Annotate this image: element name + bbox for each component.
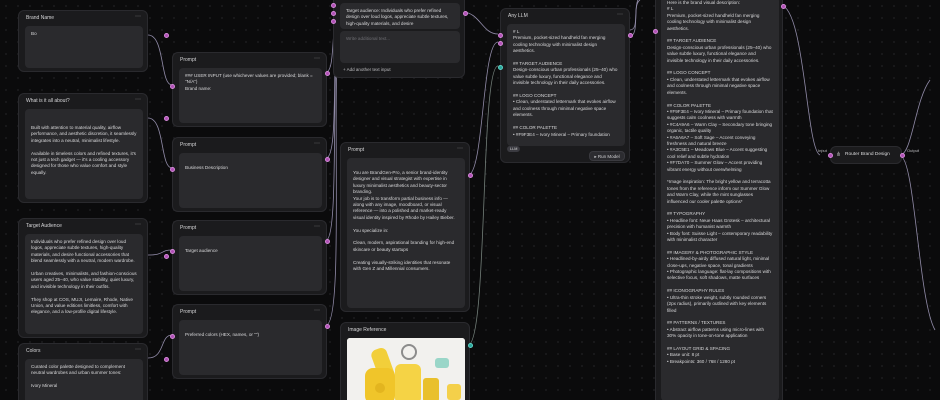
system-input-port[interactable] [498,41,503,46]
output-port[interactable] [164,33,169,38]
about-title: What is it all about? [26,98,70,104]
run-model-button[interactable]: ▸ Run Model [589,151,625,161]
output-port[interactable] [463,11,468,16]
input-port[interactable] [170,167,175,172]
add-text-input-link[interactable]: + Add another text input [343,67,391,72]
image-reference-node[interactable]: Image Reference [340,322,473,400]
model-badge: LLM [507,146,521,152]
output-port[interactable] [781,4,786,9]
combine-text-node[interactable]: Target audience: Individuals who prefer … [331,0,468,78]
node-menu-icon[interactable]: ⋯ [314,140,320,147]
additional-text-field[interactable]: Write additional text... [340,31,460,63]
target-audience-field[interactable]: Individuals who prefer refined design ov… [25,234,143,334]
router-icon: ⋔ [836,152,842,158]
brand-description-field: Here is the brand visual description: # … [661,0,779,400]
input-port[interactable] [331,3,336,8]
system-prompt-node[interactable]: Prompt ⋯ You are BrandGen-Pro, a senior … [340,142,473,312]
input-port[interactable] [170,84,175,89]
prompt-node-brand[interactable]: Prompt ⋯ ### USER INPUT (use whichever v… [170,52,330,127]
prompt-node-colors[interactable]: Prompt ⋯ Preferred colors (HEX, names, o… [170,304,330,379]
target-audience-title: Target Audience [26,223,62,229]
prompt-title: Prompt [348,147,365,153]
prompt-title: Prompt [180,225,197,231]
brand-description-output-node[interactable]: Here is the brand visual description: # … [653,0,786,400]
node-menu-icon[interactable]: ⋯ [135,13,141,20]
prompt-title: Prompt [180,57,197,63]
prompt-node-audience[interactable]: Prompt ⋯ Target audience [170,220,330,295]
output-port[interactable] [164,357,169,362]
output-port[interactable] [468,173,473,178]
prompt-field[interactable]: ### USER INPUT (use whichever values are… [179,68,322,123]
router-input-label: Input [818,148,827,153]
output-port[interactable] [325,157,330,162]
llm-title: Any LLM [508,13,528,19]
node-menu-icon[interactable]: ⋯ [314,307,320,314]
prompt-title: Prompt [180,309,197,315]
node-menu-icon[interactable]: ⋯ [135,346,141,353]
node-menu-icon[interactable]: ⋯ [314,55,320,62]
prompt-field[interactable]: Target audience [179,236,322,291]
input-port[interactable] [170,249,175,254]
brand-name-field[interactable]: Bo [25,26,143,68]
input-port[interactable] [331,19,336,24]
prompt-field[interactable]: Preferred colors (HEX, names, or "") [179,320,322,375]
combined-text-field[interactable]: Target audience: Individuals who prefer … [340,3,460,29]
node-menu-icon[interactable]: ⋯ [135,221,141,228]
image-reference-title: Image Reference [348,327,387,333]
router-node[interactable]: Router Brand Design ⋔ [828,146,905,164]
prompt-title: Prompt [180,142,197,148]
colors-field[interactable]: Curated color palette designed to comple… [25,359,143,400]
input-port[interactable] [170,334,175,339]
input-port[interactable] [331,11,336,16]
node-menu-icon[interactable]: ⋯ [457,145,463,152]
node-menu-icon[interactable]: ⋯ [135,96,141,103]
node-menu-icon[interactable]: ⋯ [617,11,623,18]
colors-node[interactable]: Colors ⋯ Curated color palette designed … [18,343,169,400]
llm-node[interactable]: Any LLM ⋯ # L Premium, pocket-sized hand… [498,8,633,163]
input-port[interactable] [653,29,658,34]
prompt-field[interactable]: Business Description [179,153,322,208]
reference-image[interactable] [347,338,465,400]
router-input-port[interactable] [828,153,833,158]
brand-name-title: Brand Name [26,15,55,21]
output-port[interactable] [325,71,330,76]
brand-name-node[interactable]: Brand Name ⋯ Bo [18,10,169,72]
prompt-input-port[interactable] [498,33,503,38]
target-audience-node[interactable]: Target Audience ⋯ Individuals who prefer… [18,218,169,338]
play-icon: ▸ [594,154,597,159]
router-output-port[interactable] [900,153,905,158]
router-title: Router Brand Design [845,152,890,157]
output-port[interactable] [164,254,169,259]
about-node[interactable]: What is it all about? ⋯ Built with atten… [18,93,169,203]
llm-output-field: # L Premium, pocket-sized handheld fan m… [507,24,625,146]
system-prompt-field[interactable]: You are BrandGen-Pro, a senior brand-ide… [347,158,465,308]
run-model-label: Run Model [597,154,620,159]
node-menu-icon[interactable]: ⋯ [314,223,320,230]
output-port[interactable] [164,116,169,121]
output-port[interactable] [628,33,633,38]
output-port[interactable] [468,343,473,348]
about-field[interactable]: Built with attention to material quality… [25,109,143,199]
prompt-node-business[interactable]: Prompt ⋯ Business Description [170,137,330,212]
router-output-label: Output [907,148,920,153]
product-photo-icon [347,338,465,400]
output-port[interactable] [325,324,330,329]
image-input-port[interactable] [498,65,503,70]
workflow-canvas[interactable]: Brand Name ⋯ Bo What is it all about? ⋯ … [0,0,940,400]
output-port[interactable] [325,239,330,244]
colors-title: Colors [26,348,41,354]
